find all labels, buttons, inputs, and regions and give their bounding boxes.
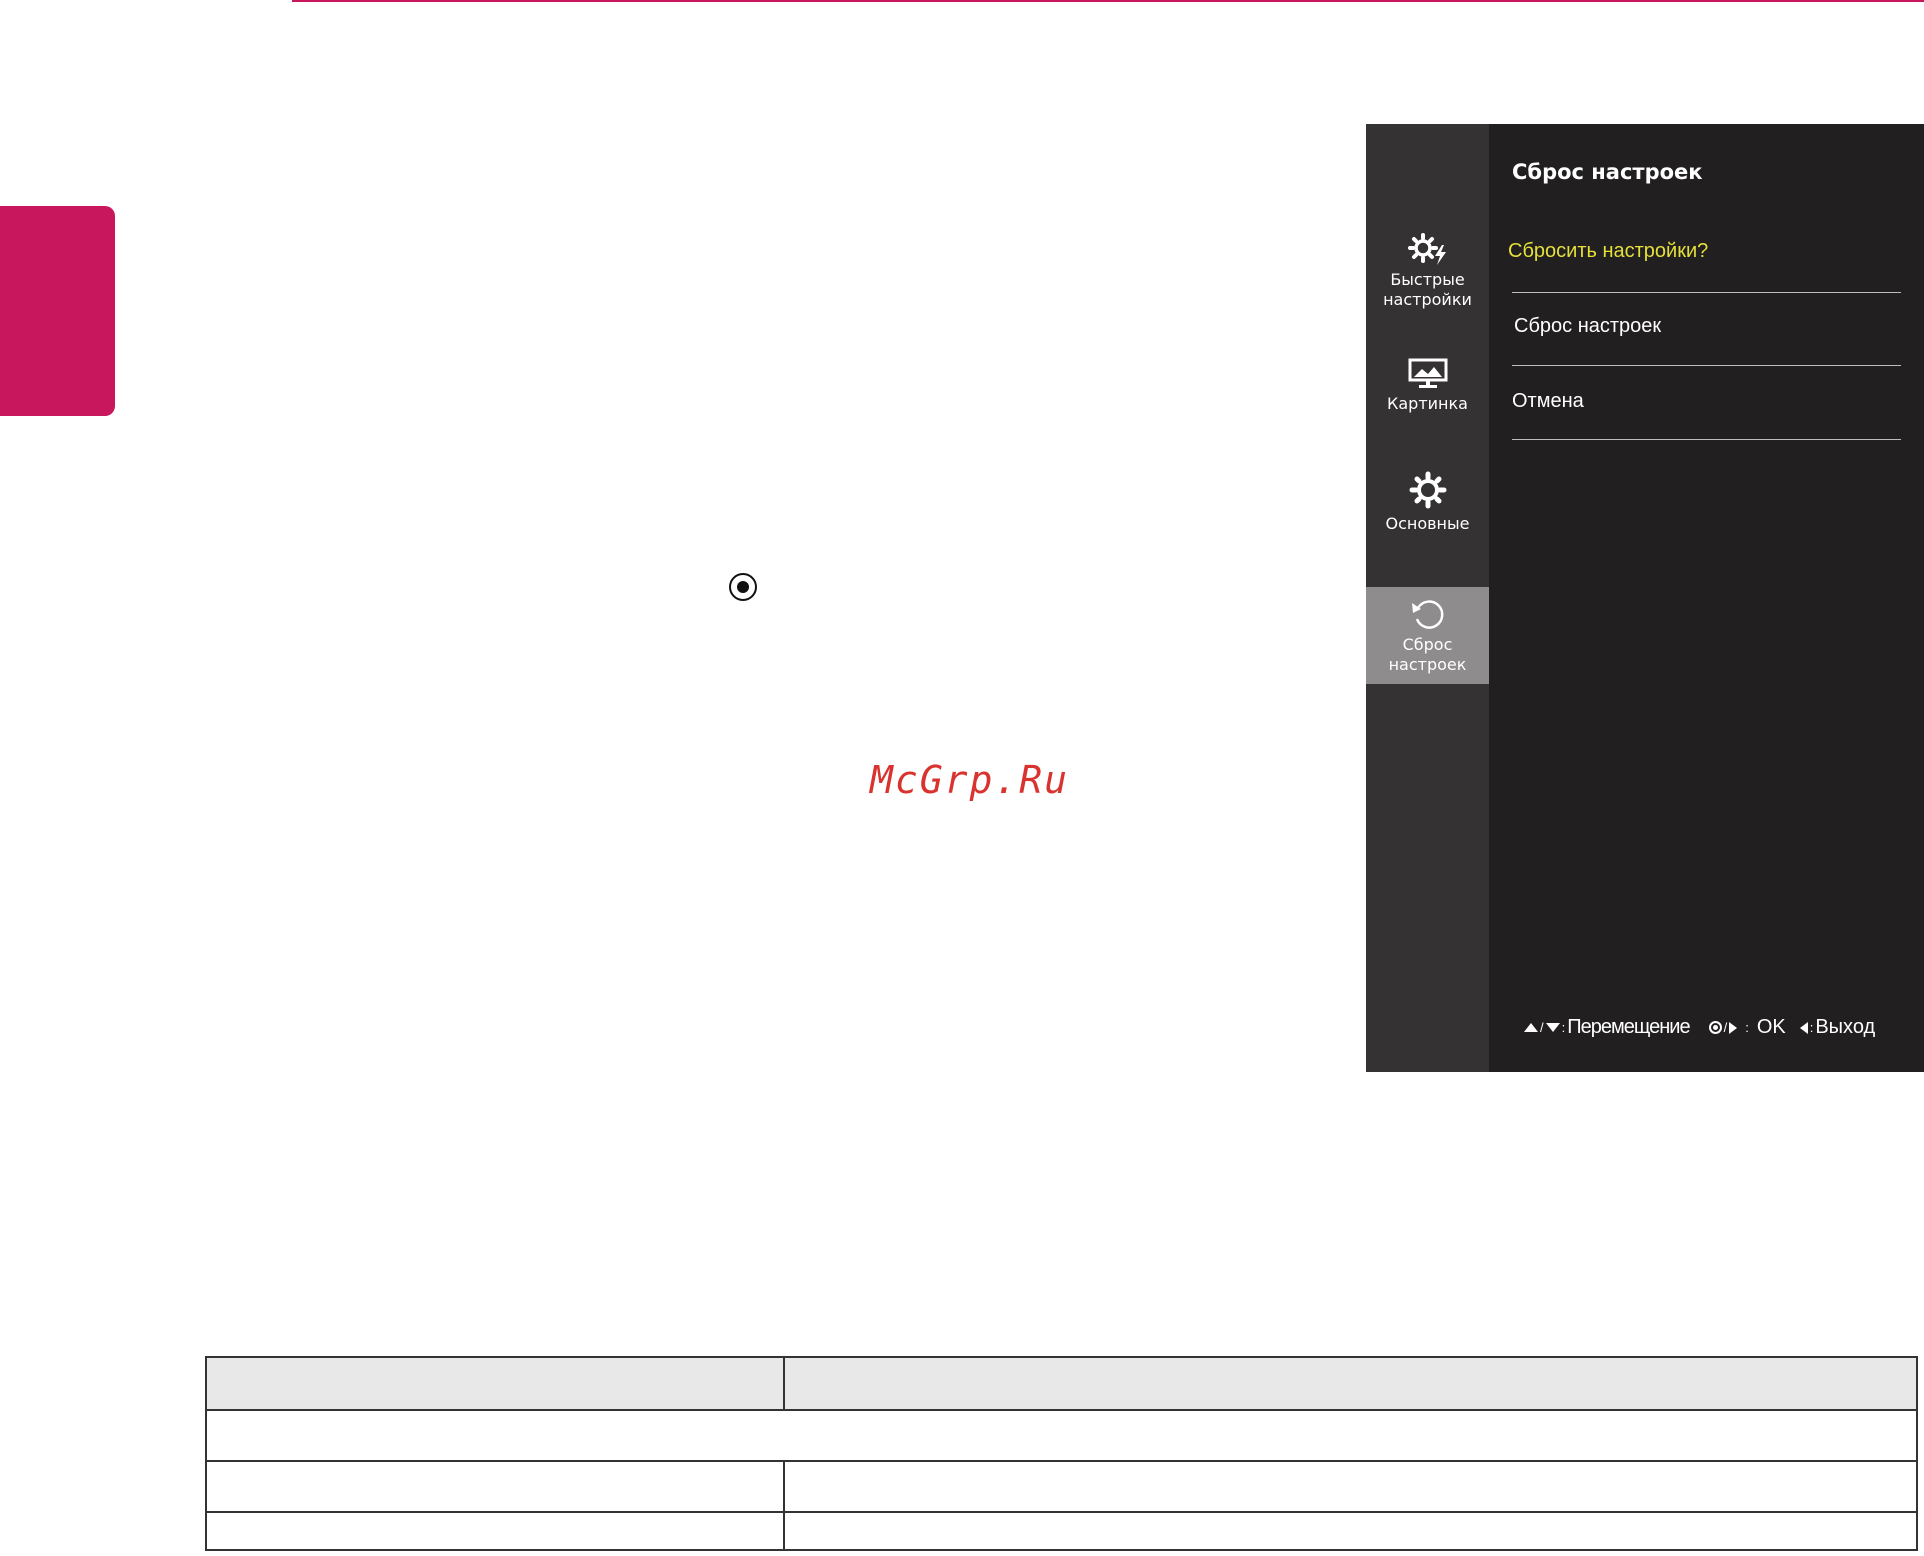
joystick-ok-icon xyxy=(729,573,757,601)
hint-sep: / xyxy=(1723,1020,1728,1035)
panel-question: Сбросить настройки? xyxy=(1508,240,1709,262)
hint-colon: : xyxy=(1561,1020,1566,1035)
nav-label-picture: Картинка xyxy=(1387,394,1468,413)
top-rule xyxy=(292,0,1924,2)
table-row xyxy=(207,1513,1916,1549)
quick-settings-icon xyxy=(1407,233,1446,265)
ok-button-icon xyxy=(1708,1021,1722,1034)
right-arrow-icon xyxy=(1729,1021,1738,1034)
hint-move: Перемещение xyxy=(1567,1016,1690,1038)
gear-icon xyxy=(1409,471,1446,509)
left-arrow-icon xyxy=(1799,1021,1808,1034)
picture-icon xyxy=(1408,358,1447,388)
hint-colon: : xyxy=(1745,1020,1749,1035)
osd-nav: Быстрые настройки Картинка Основные Сбро… xyxy=(1366,124,1489,1072)
nav-item-reset[interactable]: Сброс настроек xyxy=(1366,587,1489,684)
nav-item-general[interactable]: Основные xyxy=(1366,470,1489,534)
osd-panel: Сброс настроек Сбросить настройки? Сброс… xyxy=(1489,124,1924,1072)
option-reset[interactable]: Сброс настроек xyxy=(1514,315,1661,338)
hint-exit: Выход xyxy=(1815,1016,1876,1038)
separator xyxy=(1512,439,1901,440)
osd-menu: Быстрые настройки Картинка Основные Сбро… xyxy=(1366,124,1924,1072)
up-arrow-icon xyxy=(1524,1023,1538,1032)
reset-icon xyxy=(1411,599,1443,629)
nav-label-quick-settings: Быстрые настройки xyxy=(1383,270,1472,309)
key-hints: / : Перемещение / : OK : Выход xyxy=(1524,1016,1875,1039)
option-cancel[interactable]: Отмена xyxy=(1512,390,1584,413)
hint-ok: OK xyxy=(1756,1016,1786,1038)
nav-label-reset: Сброс настроек xyxy=(1388,634,1467,674)
down-arrow-icon xyxy=(1545,1023,1560,1032)
nav-item-quick-settings[interactable]: Быстрые настройки xyxy=(1366,232,1489,310)
hint-colon: : xyxy=(1809,1020,1814,1035)
table-row xyxy=(207,1411,1916,1462)
separator xyxy=(1512,365,1901,366)
settings-table xyxy=(205,1356,1918,1551)
nav-label-general: Основные xyxy=(1385,514,1470,533)
panel-title: Сброс настроек xyxy=(1512,160,1703,184)
language-side-tab xyxy=(0,206,115,416)
watermark: McGrp.Ru xyxy=(870,758,1070,802)
nav-item-picture[interactable]: Картинка xyxy=(1366,358,1489,414)
separator xyxy=(1512,292,1901,293)
hint-sep: / xyxy=(1540,1020,1544,1035)
table-row xyxy=(207,1462,1916,1513)
table-header-row xyxy=(207,1358,1916,1411)
